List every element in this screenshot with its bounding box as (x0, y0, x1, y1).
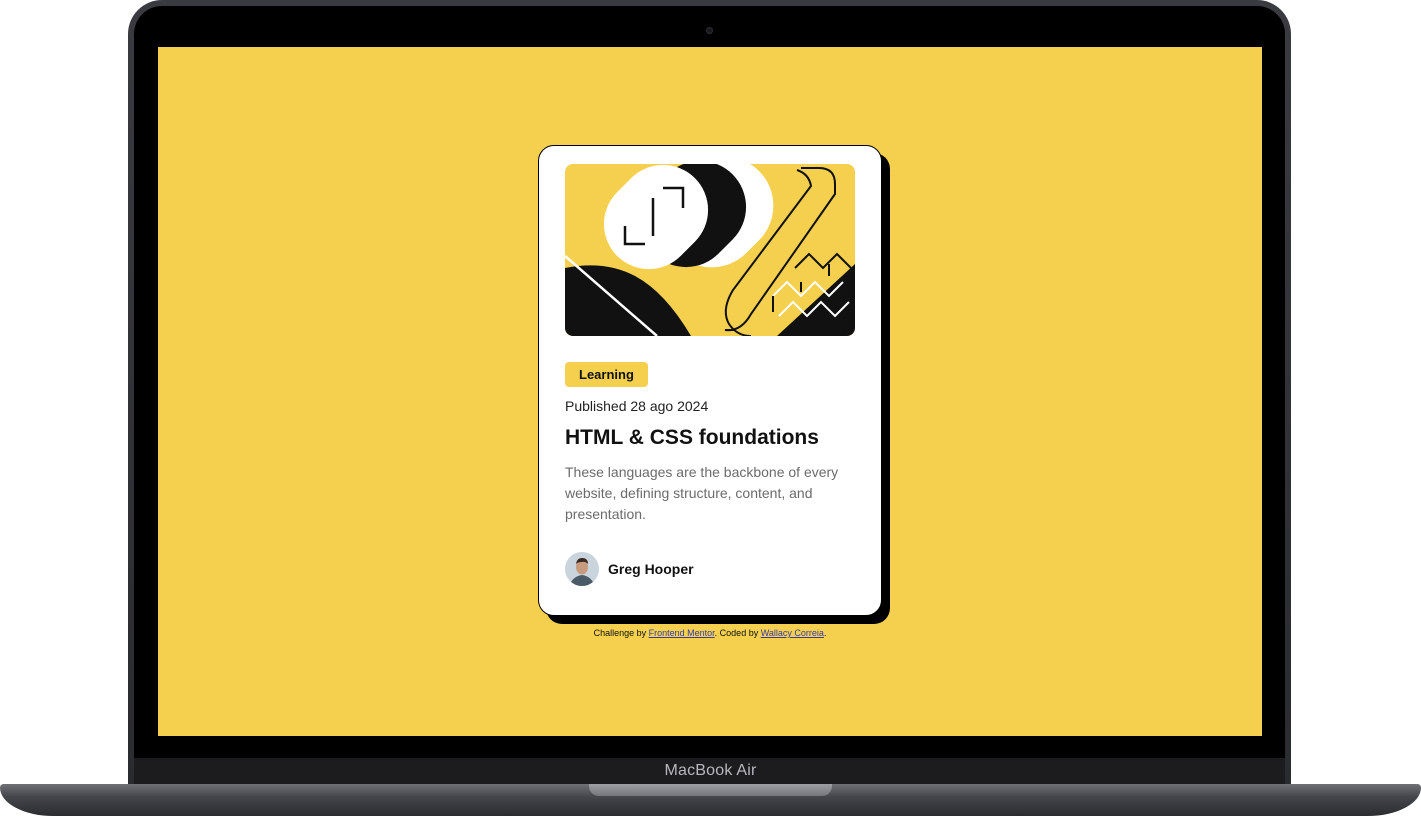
category-badge: Learning (565, 362, 648, 387)
author-name: Greg Hooper (608, 561, 694, 577)
device-brand-label: MacBook Air (664, 762, 757, 779)
frontend-mentor-link[interactable]: Frontend Mentor (649, 628, 715, 638)
author-block: Greg Hooper (565, 552, 694, 586)
coder-link[interactable]: Wallacy Correia (761, 628, 824, 638)
camera-icon (706, 27, 713, 34)
blog-illustration-image (565, 164, 855, 336)
attribution-middle: . Coded by (714, 628, 761, 638)
browser-viewport: Learning Published 28 ago 2024 HTML & CS… (158, 47, 1262, 736)
attribution-footer: Challenge by Frontend Mentor. Coded by W… (158, 628, 1262, 638)
author-avatar (565, 552, 599, 586)
attribution-prefix: Challenge by (593, 628, 649, 638)
published-date: Published 28 ago 2024 (565, 398, 709, 414)
blog-preview-card: Learning Published 28 ago 2024 HTML & CS… (538, 145, 882, 616)
laptop-notch (589, 784, 832, 796)
card-description: These languages are the backbone of ever… (565, 464, 839, 522)
attribution-suffix: . (823, 628, 827, 638)
card-title-link[interactable]: HTML & CSS foundations (565, 426, 855, 450)
laptop-mockup: MacBook Air Learning Published 28 ago 20… (0, 0, 1421, 816)
